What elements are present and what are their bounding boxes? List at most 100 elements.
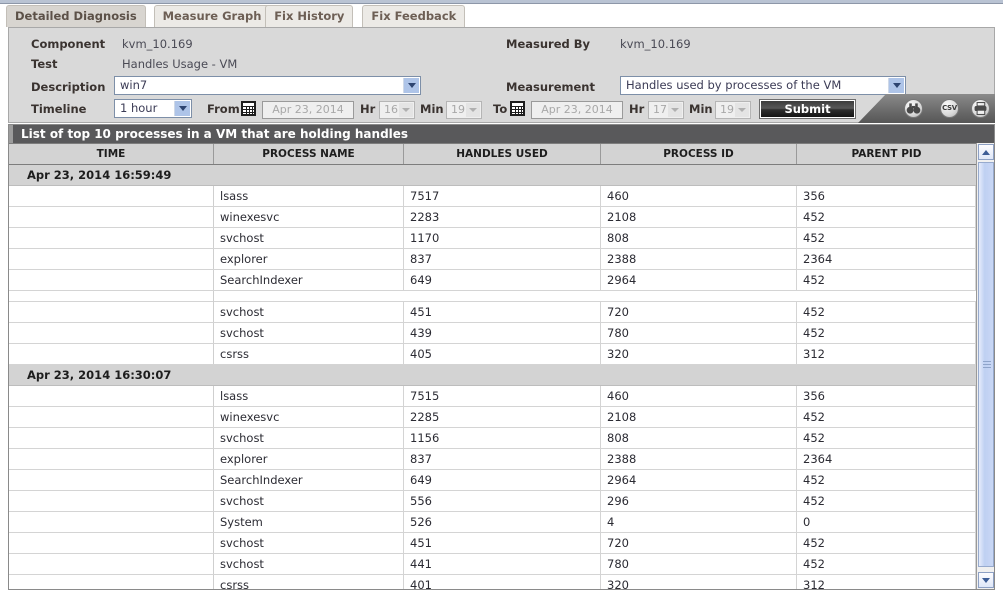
chevron-down-icon[interactable] (403, 78, 419, 93)
cell-parent-pid: 312 (797, 575, 976, 589)
table-row[interactable]: svchost 451 720 452 (9, 302, 976, 323)
table-row[interactable]: svchost 556 296 452 (9, 491, 976, 512)
print-icon[interactable] (971, 99, 990, 118)
cell-time (9, 407, 214, 427)
chevron-down-icon[interactable] (466, 103, 480, 117)
cell-handles-used: 2283 (404, 207, 601, 227)
cell-process-id: 296 (601, 491, 797, 511)
measurement-select[interactable]: Handles used by processes of the VM (620, 76, 906, 95)
cell-process-id: 808 (601, 428, 797, 448)
table-row[interactable]: csrss 401 320 312 (9, 575, 976, 589)
submit-button[interactable]: Submit (759, 99, 856, 119)
calendar-icon[interactable] (241, 101, 256, 116)
table-row[interactable]: winexesvc 2285 2108 452 (9, 407, 976, 428)
cell-handles-used: 7515 (404, 386, 601, 406)
from-min-label: Min (420, 102, 444, 116)
to-date-field[interactable]: Apr 23, 2014 (531, 101, 623, 119)
cell-handles-used: 7517 (404, 186, 601, 206)
chevron-down-icon[interactable] (888, 78, 904, 93)
table-row[interactable]: svchost 441 780 452 (9, 554, 976, 575)
table-row[interactable]: winexesvc 2283 2108 452 (9, 207, 976, 228)
calendar-icon[interactable] (510, 101, 525, 116)
cell-handles-used: 401 (404, 575, 601, 589)
cell-time (9, 323, 214, 343)
cell-handles-used: 439 (404, 323, 601, 343)
cell-parent-pid: 452 (797, 428, 976, 448)
tab-fix-feedback[interactable]: Fix Feedback (362, 5, 466, 27)
from-min-value: 19 (451, 103, 465, 116)
from-hr-select[interactable]: 16 (379, 101, 415, 119)
description-select[interactable]: win7 (114, 76, 421, 95)
table-row[interactable]: SearchIndexer 649 2964 452 (9, 470, 976, 491)
table-row[interactable] (9, 291, 976, 311)
cell-time (9, 249, 214, 269)
chevron-down-icon[interactable] (174, 101, 190, 116)
cell-process-name: SearchIndexer (214, 470, 404, 490)
to-hr-select[interactable]: 17 (648, 101, 684, 119)
tab-fix-history[interactable]: Fix History (265, 5, 354, 27)
cell-process-name: lsass (214, 186, 404, 206)
vertical-scrollbar[interactable] (976, 143, 994, 589)
csv-icon[interactable]: CSV (940, 99, 959, 118)
cell-process-id: 780 (601, 323, 797, 343)
tab-detailed-diagnosis[interactable]: Detailed Diagnosis (6, 5, 146, 27)
to-min-select[interactable]: 19 (715, 101, 751, 119)
chevron-down-icon[interactable] (399, 103, 413, 117)
table-row[interactable]: explorer 837 2388 2364 (9, 249, 976, 270)
cell-parent-pid: 452 (797, 302, 976, 322)
timeline-select[interactable]: 1 hour (114, 99, 192, 118)
table-row[interactable]: svchost 451 720 452 (9, 533, 976, 554)
scrollbar-grip (983, 360, 991, 369)
cell-process-name: svchost (214, 491, 404, 511)
chevron-down-icon[interactable] (735, 103, 749, 117)
cell-handles-used: 451 (404, 302, 601, 322)
to-hr-value: 17 (653, 103, 667, 116)
cell-process-name: svchost (214, 533, 404, 553)
cell-process-id: 808 (601, 228, 797, 248)
cell-process-name: svchost (214, 302, 404, 322)
component-label: Component (31, 37, 106, 51)
cell-process-id: 2108 (601, 207, 797, 227)
cell-handles-used: 1170 (404, 228, 601, 248)
results-panel: List of top 10 processes in a VM that ar… (8, 124, 995, 590)
cell-time (9, 512, 214, 532)
cell-time (9, 554, 214, 574)
table-row[interactable]: svchost 1156 808 452 (9, 428, 976, 449)
cell-time (9, 491, 214, 511)
results-table-body[interactable]: Apr 23, 2014 16:59:49 lsass 7517 460 356 wine… (9, 165, 976, 589)
column-header-time[interactable]: TIME (9, 144, 214, 164)
cell-handles-used: 451 (404, 533, 601, 553)
chevron-down-icon[interactable] (668, 103, 682, 117)
column-header-handles-used[interactable]: HANDLES USED (404, 144, 601, 164)
table-row[interactable]: lsass 7515 460 356 (9, 386, 976, 407)
cell-parent-pid: 452 (797, 207, 976, 227)
column-header-process-id[interactable]: PROCESS ID (601, 144, 797, 164)
cell-handles-used: 526 (404, 512, 601, 532)
cell-parent-pid: 2364 (797, 449, 976, 469)
cell-time (9, 228, 214, 248)
scroll-up-icon[interactable] (978, 144, 994, 160)
cell-process-id: 4 (601, 512, 797, 532)
table-row[interactable]: explorer 837 2388 2364 (9, 449, 976, 470)
cell-process-name: System (214, 512, 404, 532)
scrollbar-thumb[interactable] (978, 162, 994, 567)
cell-process-name: svchost (214, 554, 404, 574)
table-row[interactable]: SearchIndexer 649 2964 452 (9, 270, 976, 291)
table-row[interactable]: svchost 439 780 452 (9, 323, 976, 344)
cell-parent-pid: 452 (797, 228, 976, 248)
table-row[interactable]: csrss 405 320 312 (9, 344, 976, 365)
scroll-down-icon[interactable] (978, 572, 994, 588)
results-title: List of top 10 processes in a VM that ar… (9, 125, 994, 143)
from-date-field[interactable]: Apr 23, 2014 (262, 101, 354, 119)
column-header-parent-pid[interactable]: PARENT PID (797, 144, 976, 164)
cell-time (9, 428, 214, 448)
table-row[interactable]: svchost 1170 808 452 (9, 228, 976, 249)
binoculars-icon[interactable] (904, 99, 923, 118)
tab-measure-graph[interactable]: Measure Graph (153, 5, 271, 27)
from-min-select[interactable]: 19 (446, 101, 482, 119)
table-row[interactable]: lsass 7517 460 356 (9, 186, 976, 207)
cell-parent-pid: 452 (797, 491, 976, 511)
column-header-process-name[interactable]: PROCESS NAME (214, 144, 404, 164)
table-row[interactable]: System 526 4 0 (9, 512, 976, 533)
cell-time (9, 470, 214, 490)
